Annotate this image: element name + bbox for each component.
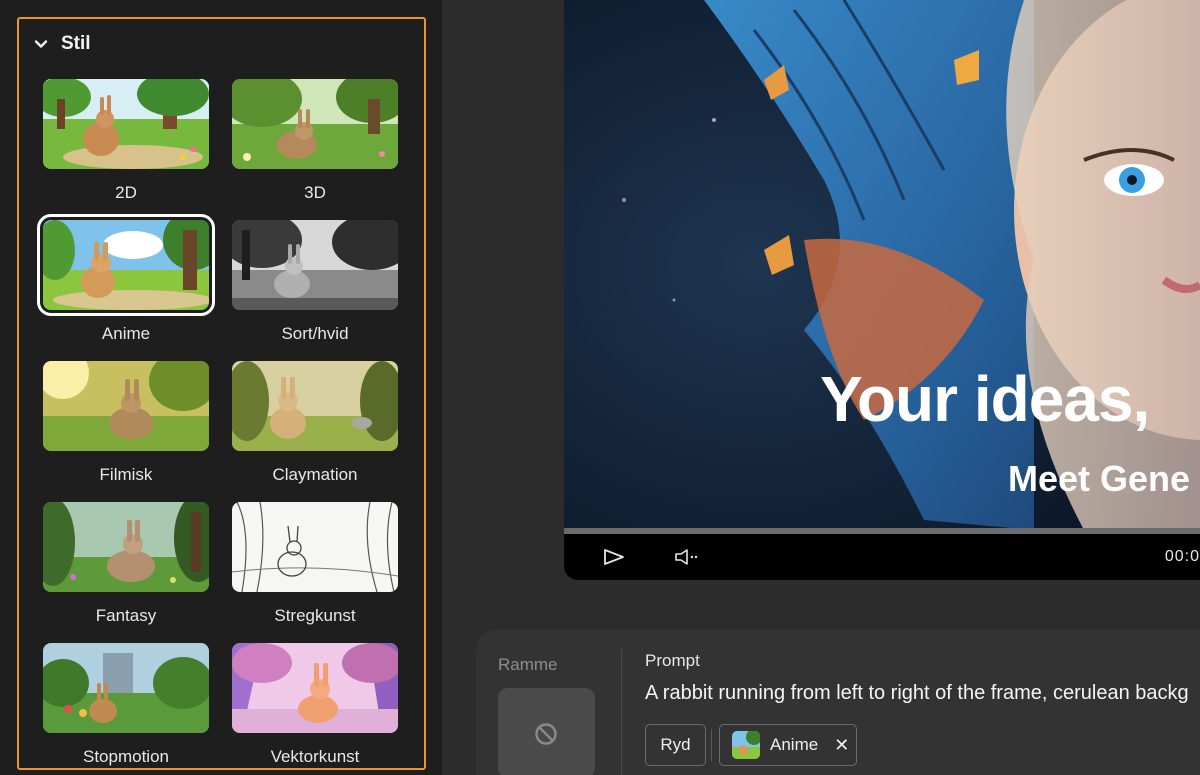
style-label-cinematic: Filmisk bbox=[99, 465, 153, 484]
style-option-anime[interactable]: Anime bbox=[37, 214, 215, 344]
style-thumbnail-2d[interactable] bbox=[43, 79, 209, 169]
frame-upload-button[interactable] bbox=[498, 688, 595, 775]
style-section-title: Stil bbox=[61, 33, 91, 54]
chip-separator bbox=[711, 729, 712, 761]
style-label-3d: 3D bbox=[304, 183, 326, 202]
style-option-3d[interactable]: 3D bbox=[232, 79, 398, 203]
style-option-2d[interactable]: 2D bbox=[43, 79, 209, 203]
volume-icon[interactable] bbox=[674, 547, 702, 567]
style-thumbnail-line-art[interactable] bbox=[232, 502, 398, 592]
style-thumbnail-anime[interactable] bbox=[37, 214, 215, 316]
clear-button-label: Ryd bbox=[660, 735, 691, 754]
style-option-line-art[interactable]: Stregkunst bbox=[232, 502, 398, 626]
style-label-2d: 2D bbox=[115, 183, 137, 202]
style-thumbnail-black-white[interactable] bbox=[232, 220, 398, 310]
style-section: Stil 2D 3D Anime Sort/hvid Filmisk Claym… bbox=[17, 17, 426, 770]
style-option-stopmotion[interactable]: Stopmotion bbox=[43, 643, 209, 767]
play-icon[interactable] bbox=[602, 547, 626, 567]
style-option-vector-art[interactable]: Vektorkunst bbox=[232, 643, 398, 767]
video-frame-image bbox=[564, 0, 1200, 530]
style-label-anime: Anime bbox=[101, 324, 151, 343]
style-section-header[interactable]: Stil bbox=[33, 33, 91, 55]
style-chip-thumbnail bbox=[732, 731, 760, 759]
style-option-cinematic[interactable]: Filmisk bbox=[43, 361, 209, 485]
close-icon[interactable]: ✕ bbox=[834, 735, 849, 756]
style-chip-label: Anime bbox=[770, 735, 819, 754]
style-label-stopmotion: Stopmotion bbox=[83, 747, 169, 766]
style-sidebar: Stil 2D 3D Anime Sort/hvid Filmisk Claym… bbox=[0, 0, 442, 775]
prohibited-icon bbox=[535, 723, 557, 745]
style-label-black-white: Sort/hvid bbox=[281, 324, 349, 343]
app-root: Stil 2D 3D Anime Sort/hvid Filmisk Claym… bbox=[0, 0, 1200, 775]
video-controls: 00:0 bbox=[564, 534, 1200, 580]
chevron-down-icon[interactable] bbox=[33, 36, 49, 52]
style-label-vector-art: Vektorkunst bbox=[270, 747, 360, 766]
style-chip-anime: Anime ✕ bbox=[719, 724, 857, 766]
style-thumbnail-cinematic[interactable] bbox=[43, 361, 209, 451]
style-label-claymation: Claymation bbox=[272, 465, 358, 484]
style-option-claymation[interactable]: Claymation bbox=[232, 361, 398, 485]
style-thumbnail-fantasy[interactable] bbox=[43, 502, 209, 592]
style-thumbnail-3d[interactable] bbox=[232, 79, 398, 169]
prompt-panel: Ramme Prompt A rabbit running from left … bbox=[476, 629, 1200, 775]
video-subheadline: Meet Gene bbox=[1008, 458, 1191, 499]
style-thumbnail-vector-art[interactable] bbox=[232, 643, 398, 733]
style-thumbnail-claymation[interactable] bbox=[232, 361, 398, 451]
style-thumbnail-stopmotion[interactable] bbox=[43, 643, 209, 733]
style-label-fantasy: Fantasy bbox=[95, 606, 157, 625]
style-label-line-art: Stregkunst bbox=[274, 606, 356, 625]
video-timecode: 00:0 bbox=[1164, 548, 1200, 565]
prompt-label: Prompt bbox=[645, 651, 700, 670]
prompt-divider bbox=[621, 649, 622, 775]
prompt-input[interactable]: A rabbit running from left to right of t… bbox=[645, 682, 1189, 705]
video-player[interactable]: Your ideas, Meet Gene 00:0 bbox=[564, 0, 1200, 580]
style-option-fantasy[interactable]: Fantasy bbox=[43, 502, 209, 626]
style-option-black-white[interactable]: Sort/hvid bbox=[232, 220, 398, 344]
video-headline: Your ideas, bbox=[820, 363, 1150, 435]
frame-label: Ramme bbox=[498, 655, 558, 674]
clear-button[interactable]: Ryd bbox=[645, 724, 706, 766]
